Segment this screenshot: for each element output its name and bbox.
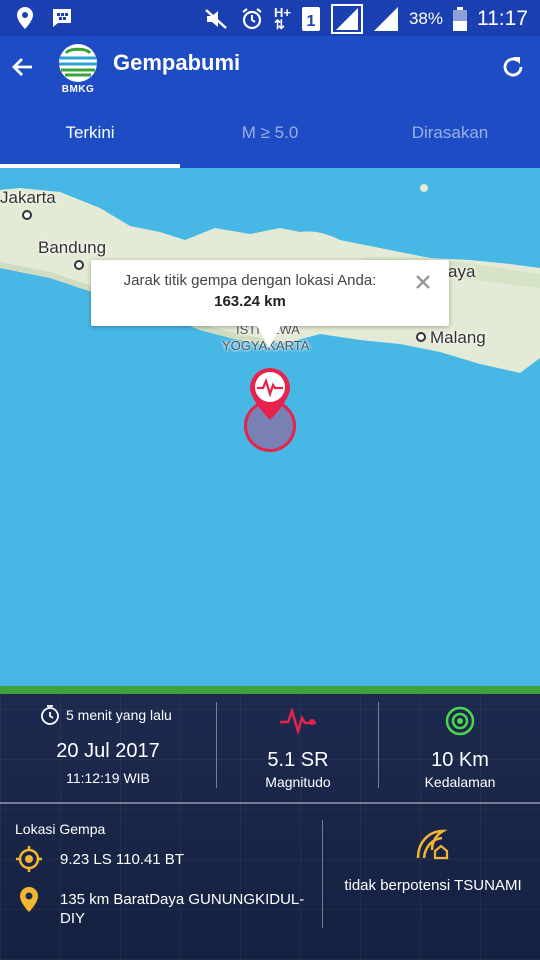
quake-date: 20 Jul 2017 [56, 740, 160, 762]
alarm-icon [240, 7, 264, 31]
magnitude-label: Magnitudo [265, 774, 331, 790]
depth-target-icon [445, 706, 475, 736]
map-divider [0, 686, 540, 694]
crosshair-icon [16, 846, 42, 872]
battery-percent: 38% [408, 9, 443, 28]
magnitude-block: 5.1 SR Magnitudo [218, 706, 378, 790]
depth-block: 10 Km Kedalaman [380, 706, 540, 790]
seismograph-pin-icon [250, 368, 290, 420]
city-malang: Malang [430, 328, 486, 347]
status-bar: H+ ⇅ 1 38% 11:17 [0, 0, 540, 36]
time-ago: 5 menit yang lalu [40, 704, 172, 726]
region-text: 135 km BaratDaya GUNUNGKIDUL-DIY [60, 891, 305, 927]
city-dot-bandung [74, 260, 84, 270]
network-hplus-icon: H+ ⇅ [273, 5, 291, 32]
bbm-icon [50, 6, 74, 30]
location-title: Lokasi Gempa [15, 821, 106, 837]
magnitude-value: 5.1 SR [267, 749, 329, 771]
popup-close-button[interactable] [413, 272, 433, 292]
location-icon [14, 6, 36, 30]
earthquake-info-panel: 5 menit yang lalu 20 Jul 2017 11:12:19 W… [0, 694, 540, 960]
signal-icon-2 [373, 6, 399, 32]
coordinates-row: 9.23 LS 110.41 BT [16, 846, 310, 872]
quake-time: 11:12:19 WIB [66, 770, 150, 786]
city-jakarta: Jakarta [0, 188, 56, 207]
clock: 11:17 [477, 7, 528, 30]
tab-dirasakan[interactable]: Dirasakan [360, 102, 540, 168]
coordinates-text: 9.23 LS 110.41 BT [60, 851, 184, 868]
distance-popup: Jarak titik gempa dengan lokasi Anda: 16… [91, 260, 449, 348]
divider [0, 802, 540, 804]
mute-icon [204, 7, 230, 31]
tab-terkini[interactable]: Terkini [0, 102, 180, 168]
popup-distance: 163.24 km [214, 293, 286, 310]
sim-icon: 1 [301, 6, 321, 32]
city-surabaya-partial: aya [448, 262, 476, 281]
depth-value: 10 Km [431, 749, 489, 771]
map-pin-icon [20, 887, 38, 912]
city-dot-malang [416, 332, 426, 342]
tsunami-wave-icon [416, 829, 449, 860]
page-title: Gempabumi [113, 50, 241, 75]
popup-label: Jarak titik gempa dengan lokasi Anda: [123, 272, 377, 289]
app-bar: BMKG Gempabumi [0, 36, 540, 102]
bmkg-logo: BMKG [56, 44, 100, 98]
tsunami-status: tidak berpotensi TSUNAMI [344, 877, 522, 894]
signal-icon-1 [330, 4, 363, 34]
tab-magnitude-5[interactable]: M ≥ 5.0 [180, 102, 360, 168]
battery-icon [453, 7, 467, 31]
tsunami-block: tidak berpotensi TSUNAMI [326, 828, 540, 894]
seismograph-icon [280, 707, 316, 736]
map-view[interactable]: Jakarta Bandung Malang ISTIMEWA YOGYAKAR… [0, 168, 540, 686]
refresh-icon [503, 57, 523, 77]
city-bandung: Bandung [38, 238, 107, 257]
stopwatch-icon [41, 705, 59, 725]
tab-bar: Terkini M ≥ 5.0 Dirasakan [0, 102, 540, 168]
depth-label: Kedalaman [424, 774, 496, 790]
back-button[interactable] [8, 52, 38, 82]
close-icon [416, 275, 430, 289]
city-dot-jakarta [22, 210, 32, 220]
refresh-button[interactable] [498, 52, 528, 82]
divider [378, 702, 379, 788]
region-row: 135 km BaratDaya GUNUNGKIDUL-DIY [16, 886, 310, 928]
svg-text:1: 1 [307, 13, 316, 30]
divider [322, 820, 323, 928]
arrow-left-icon [12, 58, 32, 76]
earthquake-marker[interactable] [248, 366, 292, 422]
divider [216, 702, 217, 788]
